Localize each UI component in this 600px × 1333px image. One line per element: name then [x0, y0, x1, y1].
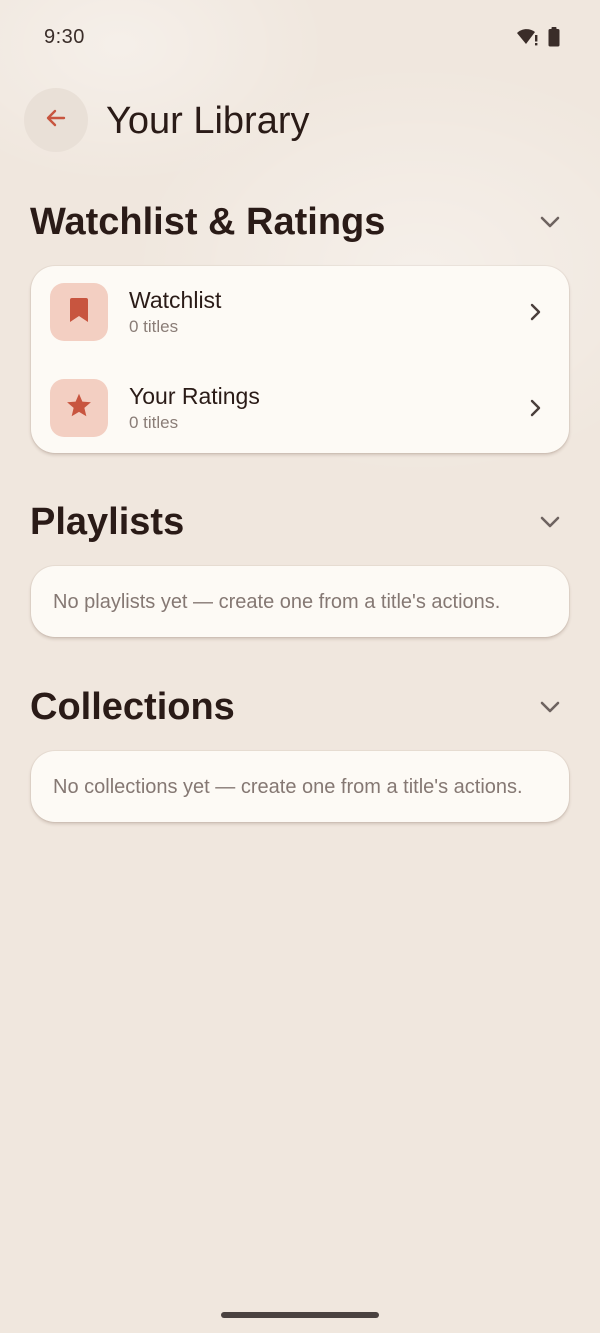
collections-empty-card: No collections yet — create one from a t… [31, 751, 569, 822]
row-subtitle: 0 titles [129, 317, 179, 336]
watchlist-ratings-card: Watchlist 0 titles Your Ratings 0 titles [31, 266, 569, 453]
star-icon [65, 392, 93, 425]
section-header-collections[interactable]: Collections [30, 681, 570, 733]
status-icons [516, 27, 560, 52]
chevron-down-icon[interactable] [534, 206, 566, 238]
ratings-icon-tile [50, 379, 108, 437]
playlists-empty-message: No playlists yet — create one from a tit… [53, 591, 501, 613]
section-title: Watchlist & Ratings [30, 201, 386, 243]
page-title: Your Library [106, 100, 310, 142]
bookmark-icon [68, 297, 90, 328]
arrow-left-icon [44, 106, 68, 135]
row-text: Your Ratings 0 titles [129, 382, 260, 434]
row-subtitle: 0 titles [129, 413, 179, 432]
playlists-empty-card: No playlists yet — create one from a tit… [31, 566, 569, 637]
section-header-playlists[interactable]: Playlists [30, 496, 570, 548]
row-text: Watchlist 0 titles [129, 286, 221, 338]
collections-empty-message: No collections yet — create one from a t… [53, 776, 523, 798]
section-title: Collections [30, 686, 235, 728]
wifi-alert-icon [516, 27, 540, 52]
chevron-down-icon[interactable] [534, 506, 566, 538]
section-title: Playlists [30, 501, 185, 543]
list-item-your-ratings[interactable]: Your Ratings 0 titles [31, 360, 569, 456]
list-item-watchlist[interactable]: Watchlist 0 titles [31, 266, 569, 362]
chevron-right-icon [527, 302, 543, 322]
chevron-down-icon[interactable] [534, 691, 566, 723]
row-title: Watchlist [129, 287, 222, 313]
back-button[interactable] [24, 88, 88, 152]
status-bar: 9:30 [0, 0, 600, 76]
section-header-watchlist-ratings[interactable]: Watchlist & Ratings [30, 196, 570, 248]
home-indicator[interactable] [221, 1312, 379, 1318]
watchlist-icon-tile [50, 283, 108, 341]
battery-icon [548, 27, 560, 52]
chevron-right-icon [527, 398, 543, 418]
status-time: 9:30 [44, 26, 85, 48]
row-title: Your Ratings [129, 383, 260, 409]
